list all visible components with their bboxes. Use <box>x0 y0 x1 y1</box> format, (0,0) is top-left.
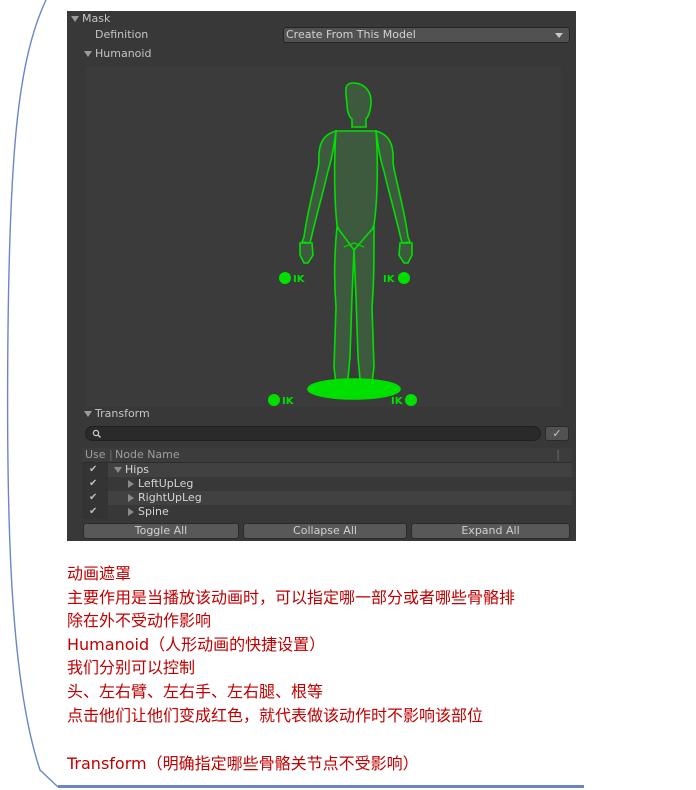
left-hand-part[interactable] <box>299 242 314 264</box>
right-arm-part[interactable] <box>375 129 412 244</box>
use-checkbox[interactable]: ✔ <box>89 491 97 505</box>
collapsed-arrow-icon[interactable] <box>128 494 134 502</box>
page-bottom-rule <box>58 785 584 788</box>
node-name: LeftUpLeg <box>138 477 194 490</box>
node-name: Spine <box>138 505 169 518</box>
checkmark-icon: ✓ <box>552 427 562 440</box>
mask-foldout[interactable]: Mask <box>71 11 110 27</box>
column-separator-end: | <box>556 448 560 461</box>
note-line-4: Humanoid（人形动画的快捷设置） <box>67 635 326 654</box>
node-name: RightUpLeg <box>138 491 202 504</box>
node-name-column-header: Node Name <box>115 448 180 461</box>
tree-row-hips[interactable]: ✔ Hips <box>82 463 572 477</box>
expand-all-button[interactable]: Expand All <box>411 523 570 539</box>
head-part[interactable] <box>345 82 372 128</box>
tree-row-spine[interactable]: ✔ Spine <box>82 505 572 519</box>
definition-dropdown[interactable]: Create From This Model <box>283 27 570 43</box>
right-hand-ik[interactable]: IK <box>383 272 410 285</box>
svg-text:IK: IK <box>293 274 306 285</box>
right-foot-ik[interactable]: IK <box>391 394 417 407</box>
mask-label: Mask <box>82 12 111 25</box>
note-line-3: 除在外不受动作影响 <box>67 611 212 630</box>
transform-search-field[interactable] <box>85 426 541 441</box>
left-hand-ik[interactable]: IK <box>279 272 306 285</box>
foldout-arrow-icon <box>84 411 92 417</box>
note-line-6: 头、左右臂、左右手、左右腿、根等 <box>67 682 324 701</box>
left-foot-ik[interactable]: IK <box>268 394 295 407</box>
transform-foldout[interactable]: Transform <box>84 406 150 422</box>
root-part[interactable] <box>307 378 401 400</box>
foldout-arrow-icon <box>71 16 79 22</box>
tree-row-rightupleg[interactable]: ✔ RightUpLeg <box>82 491 572 505</box>
collapse-all-button[interactable]: Collapse All <box>243 523 407 539</box>
foldout-arrow-icon <box>84 51 92 57</box>
transform-label: Transform <box>95 407 150 420</box>
collapsed-arrow-icon[interactable] <box>128 480 134 488</box>
svg-text:IK: IK <box>282 396 295 407</box>
svg-text:IK: IK <box>383 274 396 285</box>
dropdown-arrow-icon <box>555 33 563 38</box>
left-leg-part[interactable] <box>333 224 355 385</box>
use-column-header: Use <box>85 448 106 461</box>
transform-tree: Use | Node Name | ✔ Hips ✔ LeftUpLeg ✔ R… <box>82 448 572 519</box>
search-confirm-button[interactable]: ✓ <box>545 426 569 441</box>
definition-value: Create From This Model <box>286 28 416 41</box>
left-arm-part[interactable] <box>300 129 337 244</box>
collapsed-arrow-icon[interactable] <box>128 508 134 516</box>
note-line-2: 主要作用是当播放该动画时，可以指定哪一部分或者哪些骨骼排 <box>67 588 516 607</box>
note-line-5: 我们分别可以控制 <box>67 658 196 677</box>
search-icon <box>92 429 101 438</box>
note-line-1: 动画遮罩 <box>67 564 132 583</box>
humanoid-body-diagram: .part { fill: #3e5a3e; stroke: #00e000; … <box>268 82 417 407</box>
humanoid-label: Humanoid <box>95 47 152 60</box>
use-checkbox[interactable]: ✔ <box>89 505 97 519</box>
tree-row-leftupleg[interactable]: ✔ LeftUpLeg <box>82 477 572 491</box>
expand-arrow-icon[interactable] <box>114 467 122 473</box>
use-checkbox[interactable]: ✔ <box>89 463 97 477</box>
notebook-margin-curve <box>6 0 59 788</box>
note-line-7: 点击他们让他们变成红色，就代表做该动作时不影响该部位 <box>67 706 484 725</box>
column-separator: | <box>109 448 113 461</box>
avatar-mask-inspector: Mask Definition Create From This Model H… <box>67 11 576 541</box>
humanoid-foldout[interactable]: Humanoid <box>84 46 151 62</box>
note-line-8: Transform（明确指定哪些骨骼关节点不受影响） <box>67 754 419 773</box>
tree-header: Use | Node Name | <box>82 448 572 463</box>
use-checkbox[interactable]: ✔ <box>89 477 97 491</box>
humanoid-avatar-area: .part { fill: #3e5a3e; stroke: #00e000; … <box>86 67 561 407</box>
right-leg-part[interactable] <box>353 224 375 385</box>
svg-text:IK: IK <box>391 396 404 407</box>
toggle-all-button[interactable]: Toggle All <box>83 523 239 539</box>
definition-label: Definition <box>95 28 149 41</box>
node-name: Hips <box>125 463 150 476</box>
right-hand-part[interactable] <box>398 242 413 264</box>
